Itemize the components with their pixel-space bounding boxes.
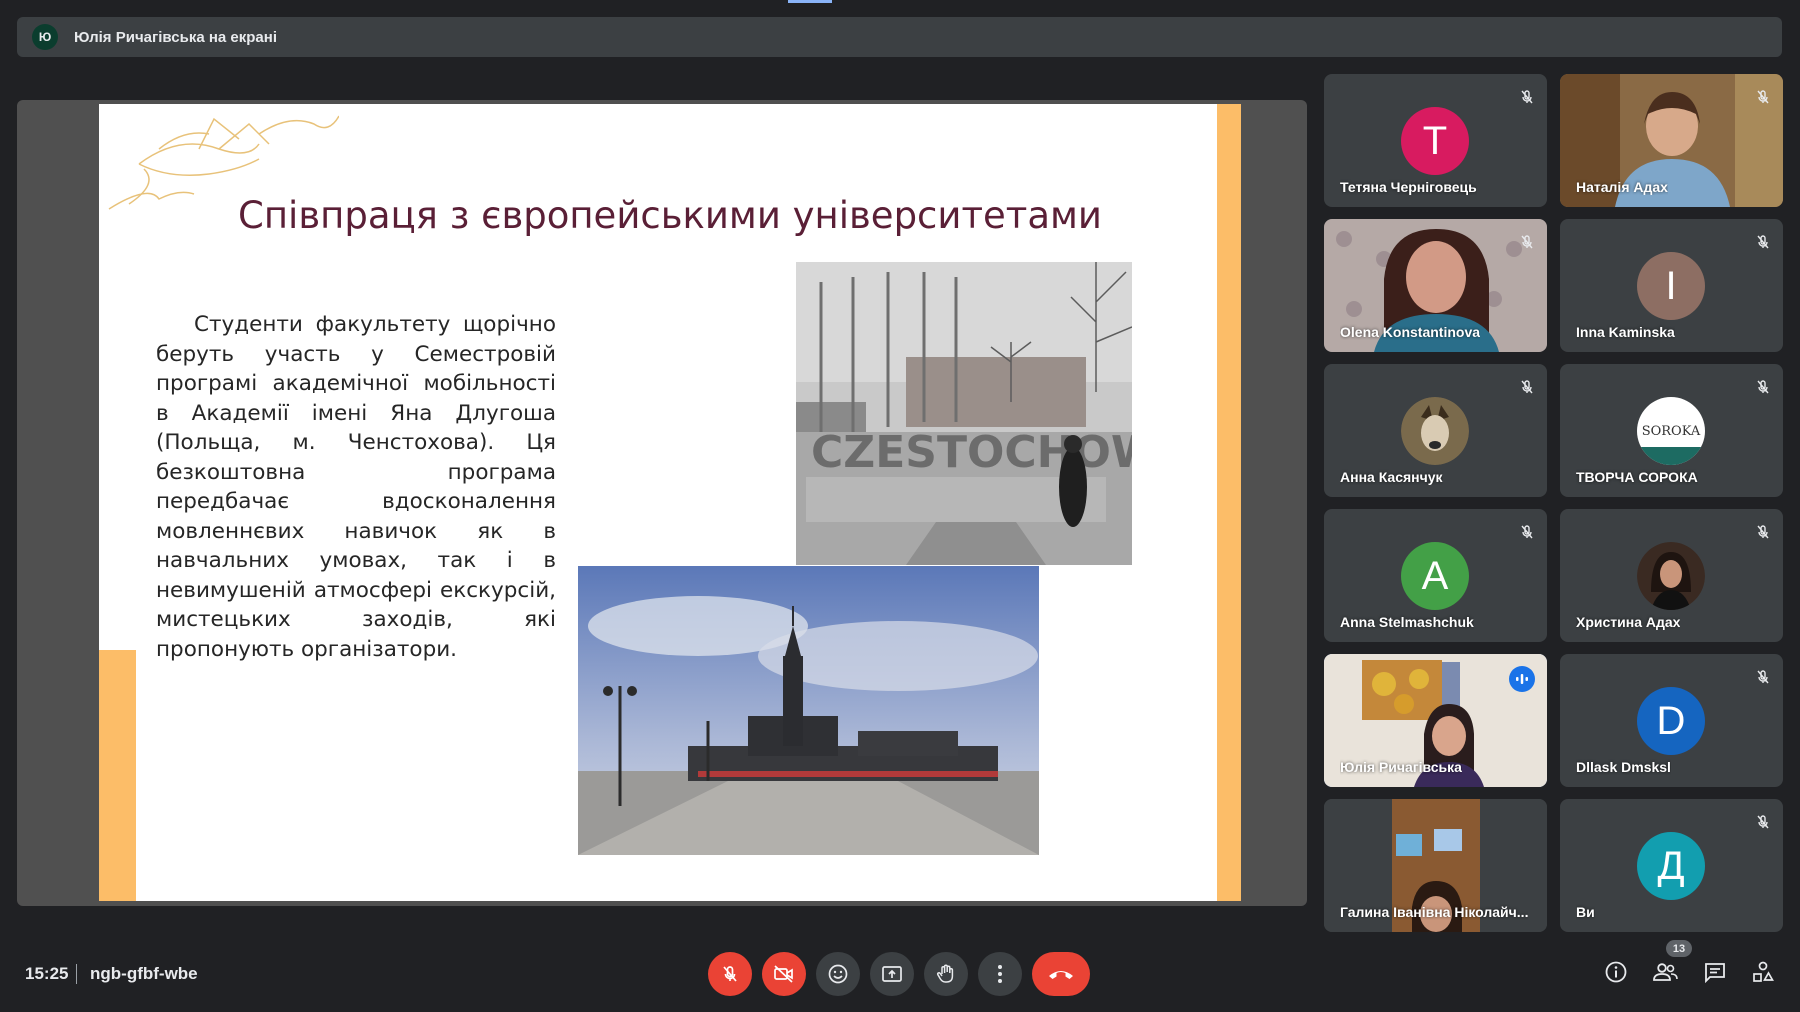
mic-toggle-button[interactable] <box>708 952 752 996</box>
dog-avatar-icon <box>1401 397 1469 465</box>
slide-accent-left <box>99 650 136 901</box>
chat-button[interactable] <box>1701 958 1729 986</box>
emoji-icon <box>828 964 848 984</box>
people-icon <box>1653 963 1678 981</box>
slide-title: Співпраця з європейськими університетами <box>238 194 1102 237</box>
camera-off-icon <box>774 965 793 983</box>
participant-tile[interactable]: Анна Касянчук <box>1324 364 1547 497</box>
jasna-gora-monastery-photo <box>578 566 1039 855</box>
participant-name: Христина Адах <box>1576 614 1681 630</box>
leave-call-button[interactable] <box>1032 952 1090 996</box>
presentation-stage[interactable]: Співпраця з європейськими університетами… <box>17 100 1307 906</box>
soroka-logo-icon: SOROKA <box>1637 397 1705 465</box>
info-icon <box>1605 961 1627 983</box>
mic-muted-icon <box>1521 235 1533 249</box>
participant-tile[interactable]: SOROKA ТВОРЧА СОРОКА <box>1560 364 1783 497</box>
participant-tile[interactable]: Христина Адах <box>1560 509 1783 642</box>
end-call-icon <box>1049 971 1073 979</box>
participant-name: Анна Касянчук <box>1340 469 1443 485</box>
participant-name: Ви <box>1576 904 1595 920</box>
present-now-button[interactable] <box>870 952 914 996</box>
present-screen-icon <box>882 966 902 982</box>
divider <box>76 964 77 984</box>
mic-muted-icon <box>1757 670 1769 684</box>
participant-tile[interactable]: A Anna Stelmashchuk <box>1324 509 1547 642</box>
activities-button[interactable] <box>1749 958 1777 986</box>
participant-avatar: I <box>1637 252 1705 320</box>
participant-avatar: T <box>1401 107 1469 175</box>
mic-muted-icon <box>1757 525 1769 539</box>
participant-name: Anna Stelmashchuk <box>1340 614 1474 630</box>
people-count-badge: 13 <box>1666 940 1692 957</box>
participant-name: Inna Kaminska <box>1576 324 1675 340</box>
meeting-details-button[interactable] <box>1602 958 1630 986</box>
participant-tile[interactable]: T Тетяна Черніговець <box>1324 74 1547 207</box>
mic-muted-icon <box>1757 815 1769 829</box>
mic-muted-icon <box>1521 90 1533 104</box>
presenter-title: Юлія Ричагівська на екрані <box>74 28 277 46</box>
slide-body-text: Студенти факультету щорічно беруть участ… <box>156 312 556 662</box>
participant-tile[interactable]: Olena Konstantinova <box>1324 219 1547 352</box>
participant-name: Юлія Ричагівська <box>1340 759 1462 775</box>
activities-icon <box>1753 961 1774 982</box>
participant-tile-active[interactable]: Юлія Ричагівська <box>1324 654 1547 787</box>
more-options-button[interactable] <box>978 952 1022 996</box>
mic-muted-icon <box>1757 235 1769 249</box>
more-options-icon <box>998 965 1002 983</box>
participant-tile[interactable]: D Dllask Dmsksl <box>1560 654 1783 787</box>
meeting-code[interactable]: ngb-gfbf-wbe <box>90 964 198 984</box>
czestochowa-sign-photo: CZESTOCHOWA <box>796 262 1132 565</box>
participant-tile[interactable]: Наталія Адах <box>1560 74 1783 207</box>
participant-name: Olena Konstantinova <box>1340 324 1481 340</box>
soroka-logo-text: SOROKA <box>1641 423 1701 439</box>
participant-tile-self[interactable]: Д Ви <box>1560 799 1783 932</box>
raise-hand-icon <box>937 964 954 983</box>
raise-hand-button[interactable] <box>924 952 968 996</box>
top-progress-indicator <box>788 0 832 3</box>
speaking-indicator-icon <box>1509 666 1535 692</box>
mic-muted-icon <box>1757 380 1769 394</box>
participant-tile[interactable]: I Inna Kaminska <box>1560 219 1783 352</box>
reactions-button[interactable] <box>816 952 860 996</box>
mic-off-icon <box>723 966 737 982</box>
clock: 15:25 <box>25 964 69 983</box>
presenter-avatar: Ю <box>32 24 58 50</box>
chat-icon <box>1705 963 1725 983</box>
participant-name: Наталія Адах <box>1576 179 1668 195</box>
participant-name: Dllask Dmsksl <box>1576 759 1671 775</box>
portrait-avatar-icon <box>1637 542 1705 610</box>
slide: Співпраця з європейськими університетами… <box>99 104 1241 901</box>
slide-accent-right <box>1217 104 1241 901</box>
participant-avatar: A <box>1401 542 1469 610</box>
participant-name: ТВОРЧА СОРОКА <box>1576 469 1698 485</box>
participant-name: Тетяна Черніговець <box>1340 179 1477 195</box>
control-bar: 15:25 ngb-gfbf-wbe 13 <box>0 940 1800 1000</box>
people-button[interactable] <box>1651 958 1679 986</box>
participant-name: Галина Іванівна Ніколайч... <box>1340 904 1529 920</box>
participant-avatar: D <box>1637 687 1705 755</box>
presenter-bar: Ю Юлія Ричагівська на екрані <box>17 17 1782 57</box>
mic-muted-icon <box>1521 525 1533 539</box>
participant-tile[interactable]: Галина Іванівна Ніколайч... <box>1324 799 1547 932</box>
mic-muted-icon <box>1521 380 1533 394</box>
mic-muted-icon <box>1757 90 1769 104</box>
participant-avatar: Д <box>1637 832 1705 900</box>
camera-toggle-button[interactable] <box>762 952 806 996</box>
